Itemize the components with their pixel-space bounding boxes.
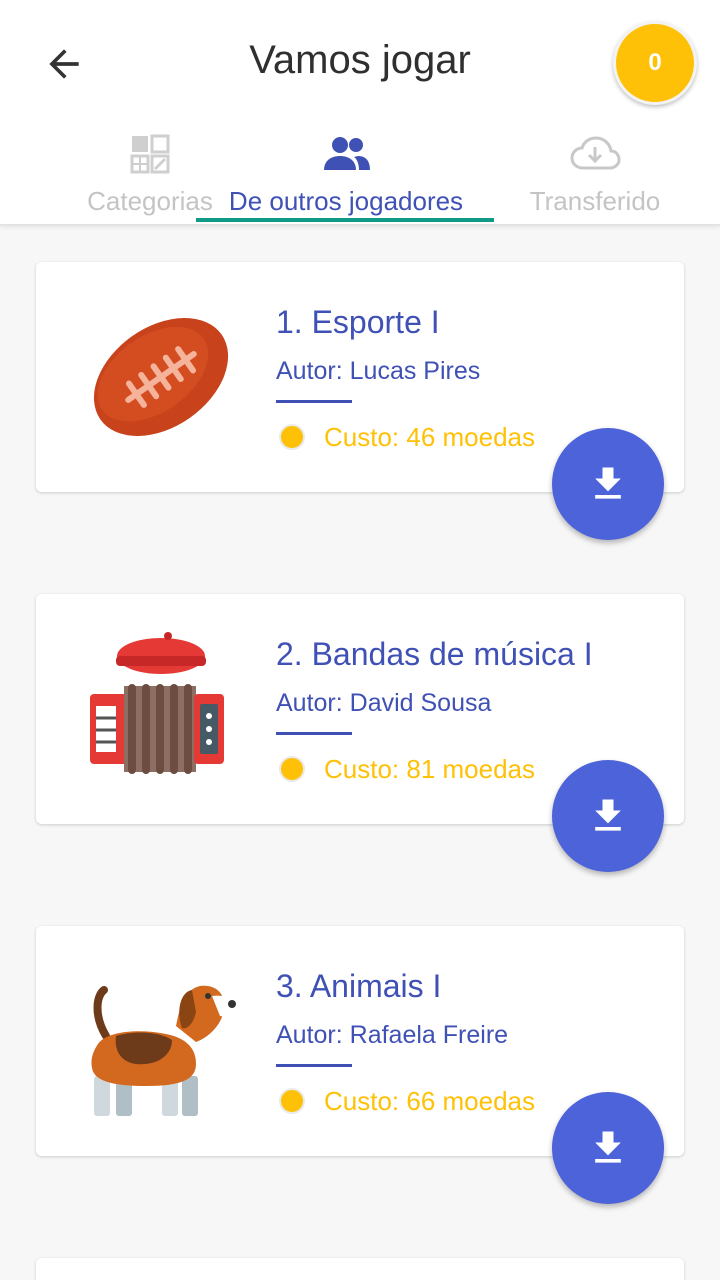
pack-cost: Custo: 66 moedas	[324, 1086, 536, 1116]
page-title: Vamos jogar	[249, 38, 471, 82]
download-button[interactable]	[552, 428, 664, 540]
coin-balance-badge[interactable]: 0	[613, 21, 697, 105]
download-icon	[595, 1131, 621, 1163]
coin-icon	[279, 424, 305, 450]
pack-author: Autor: Rafaela Freire	[276, 1021, 509, 1049]
grid-icon	[130, 132, 170, 176]
tab-label: Transferido	[529, 186, 661, 216]
football-image	[76, 292, 246, 462]
divider	[276, 1064, 352, 1067]
pack-title: 1. Esporte I	[276, 304, 440, 340]
pack-title: 3. Animais I	[276, 968, 442, 1004]
arrow-back-icon	[49, 49, 79, 79]
tab-label: De outros jogadores	[228, 186, 464, 216]
header: Vamos jogar 0 Categorias De outros jogad…	[0, 0, 720, 226]
dog-image	[76, 956, 246, 1126]
app-screen: Vamos jogar 0 Categorias De outros jogad…	[0, 0, 720, 1280]
pack-cost: Custo: 81 moedas	[324, 754, 536, 784]
download-button[interactable]	[552, 1092, 664, 1204]
download-icon	[595, 467, 621, 499]
accordion-beret-image	[76, 624, 246, 794]
download-icon	[595, 799, 621, 831]
tab-label: Categorias	[87, 186, 213, 216]
divider	[276, 732, 352, 735]
back-button[interactable]	[36, 36, 92, 92]
download-button[interactable]	[552, 760, 664, 872]
coin-icon	[279, 1088, 305, 1114]
cloud-download-icon	[569, 132, 621, 176]
coin-icon	[279, 756, 305, 782]
pack-author: Autor: David Sousa	[276, 689, 492, 717]
pack-card[interactable]	[36, 1258, 684, 1280]
divider	[276, 400, 352, 403]
active-tab-indicator	[196, 218, 494, 222]
people-icon	[320, 132, 372, 176]
pack-title: 2. Bandas de música I	[276, 636, 593, 672]
pack-author: Autor: Lucas Pires	[276, 357, 481, 385]
tab-transferido[interactable]: Transferido	[445, 132, 720, 224]
pack-cost: Custo: 46 moedas	[324, 422, 536, 452]
